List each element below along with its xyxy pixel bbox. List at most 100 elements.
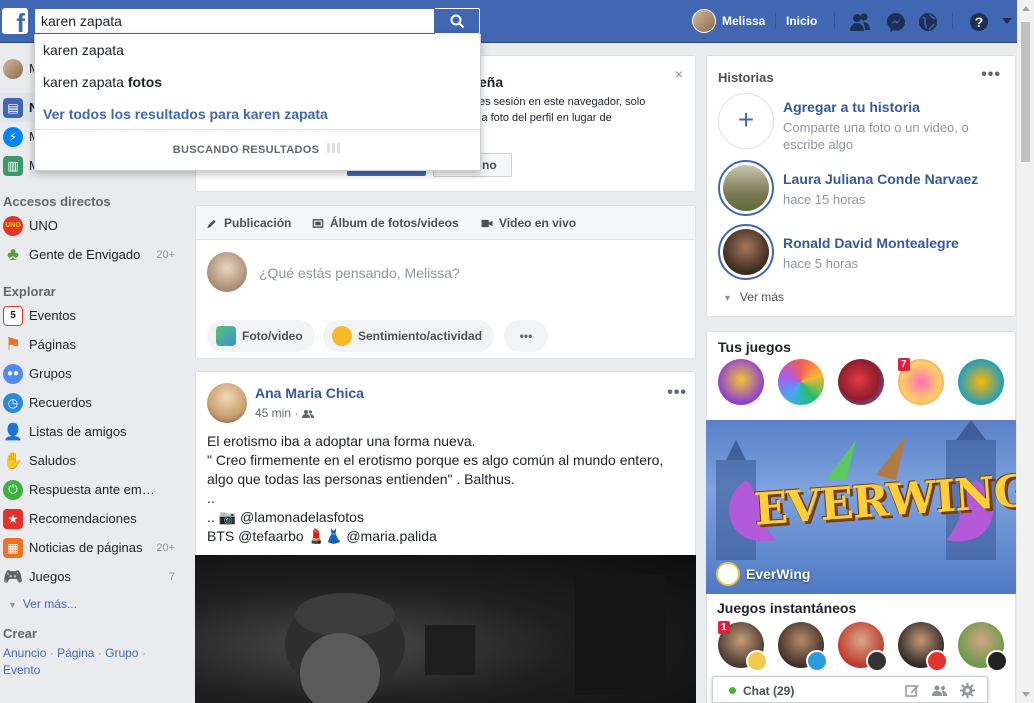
sidebar-item-gente-de-envigado[interactable]: ♣ Gente de Envigado 20+ — [0, 240, 185, 269]
gear-icon[interactable] — [960, 683, 975, 698]
scroll-down-icon[interactable] — [1022, 692, 1030, 697]
sidebar-item-juegos[interactable]: 🎮 Juegos 7 — [0, 562, 185, 591]
tab-album[interactable]: Álbum de fotos/videos — [312, 216, 459, 230]
composer-avatar — [207, 252, 247, 292]
create-ad-link[interactable]: Anuncio — [3, 646, 46, 660]
post-author-name[interactable]: Ana Maria Chica — [255, 385, 364, 401]
search-suggestion[interactable]: karen zapata fotos — [35, 66, 480, 98]
shortcuts-header: Accesos directos — [3, 194, 111, 209]
everwing-icon — [716, 562, 740, 586]
gamepad-icon: 🎮 — [3, 568, 23, 586]
game-mini-icon — [806, 650, 828, 672]
post-composer: Publicación Álbum de fotos/videos Video … — [195, 205, 696, 359]
tab-video-en-vivo[interactable]: Video en vivo — [481, 216, 576, 230]
feeling-activity-button[interactable]: Sentimiento/actividad — [323, 320, 495, 352]
tab-publicacion[interactable]: Publicación — [206, 216, 291, 230]
loading-indicator — [327, 130, 342, 170]
more-actions-button[interactable]: ••• — [504, 320, 548, 352]
home-link[interactable]: Inicio — [786, 14, 817, 28]
post-author-avatar[interactable] — [207, 383, 247, 423]
story-item[interactable]: Laura Juliana Conde Narvaez hace 15 hora… — [718, 160, 1008, 216]
sidebar-item-saludos[interactable]: ✋ Saludos — [0, 446, 185, 475]
games-panel: Tus juegos 7 EVERWING EverWing Juegos in… — [706, 331, 1016, 703]
create-page-link[interactable]: Página — [57, 646, 94, 660]
search-input[interactable] — [35, 9, 434, 33]
sidebar-item-paginas[interactable]: ⚑ Páginas — [0, 330, 185, 359]
stories-panel: Historias ••• + Agregar a tu historia Co… — [706, 55, 1016, 317]
album-icon — [312, 218, 324, 228]
photo-icon — [216, 326, 236, 346]
video-camera-icon — [481, 219, 493, 227]
friends-icon[interactable] — [849, 11, 871, 33]
add-story-item[interactable]: + Agregar a tu historia Comparte una fot… — [718, 93, 1008, 152]
online-status-icon — [729, 687, 736, 694]
sidebar-item-grupos[interactable]: ●● Grupos — [0, 359, 185, 388]
create-group-link[interactable]: Grupo — [105, 646, 138, 660]
user-avatar[interactable] — [692, 9, 716, 33]
see-all-results-link[interactable]: Ver todos los resultados para karen zapa… — [35, 98, 480, 130]
story-ring — [718, 224, 774, 280]
instant-game-item[interactable] — [898, 622, 948, 672]
create-links: Anuncio · Página · Grupo · Evento — [3, 646, 146, 677]
page-scrollbar[interactable] — [1017, 0, 1034, 703]
facebook-logo[interactable]: f — [2, 8, 28, 36]
new-group-icon[interactable] — [932, 683, 947, 698]
game-icon[interactable] — [778, 359, 824, 405]
search-suggestion[interactable]: karen zapata — [35, 34, 480, 66]
add-story-title: Agregar a tu historia — [783, 99, 920, 115]
game-icon[interactable] — [838, 359, 884, 405]
notice-text: es sesión en este navegador, solo la fot… — [479, 96, 646, 124]
game-mini-icon — [926, 650, 948, 672]
games-title: Tus juegos — [718, 339, 791, 355]
sidebar-item-eventos[interactable]: 5 Eventos — [0, 301, 185, 330]
feed-post: Ana Maria Chica 45 min · ••• El erotismo… — [195, 371, 696, 703]
chat-bar[interactable]: Chat (29) — [712, 676, 988, 703]
post-options-button[interactable]: ••• — [667, 384, 687, 402]
game-icon[interactable] — [718, 359, 764, 405]
search-button[interactable] — [435, 8, 480, 34]
composer-input[interactable]: ¿Qué estás pensando, Melissa? — [259, 265, 460, 281]
post-timestamp[interactable]: 45 min · — [255, 406, 314, 420]
close-icon[interactable]: × — [675, 66, 683, 82]
divider — [775, 13, 776, 29]
sidebar-item-recomendaciones[interactable]: ★ Recomendaciones — [0, 504, 185, 533]
user-name-link[interactable]: Melissa — [722, 14, 765, 28]
instant-game-item[interactable] — [778, 622, 828, 672]
story-ring — [718, 160, 774, 216]
messenger-icon[interactable] — [885, 11, 907, 33]
everwing-banner[interactable]: EVERWING EverWing — [706, 420, 1016, 594]
post-photo[interactable] — [195, 555, 696, 703]
stories-title: Historias — [718, 70, 774, 85]
svg-text:?: ? — [975, 14, 984, 30]
caret-down-icon[interactable] — [1001, 16, 1013, 26]
search-box[interactable] — [34, 8, 435, 34]
photo-video-button[interactable]: Foto/video — [207, 320, 315, 352]
game-icon[interactable] — [958, 359, 1004, 405]
sidebar-item-respuesta-ante-emergencias[interactable]: ⏻ Respuesta ante em… — [0, 475, 185, 504]
explore-header: Explorar — [3, 284, 56, 299]
scroll-up-icon[interactable] — [1022, 6, 1030, 11]
sidebar-item-recuerdos[interactable]: ◷ Recuerdos — [0, 388, 185, 417]
stories-see-more-link[interactable]: ▼ Ver más — [723, 290, 784, 304]
instant-game-item[interactable] — [838, 622, 888, 672]
pencil-icon — [207, 219, 216, 228]
see-more-link[interactable]: ▼ Ver más... — [8, 597, 77, 611]
composer-tabs: Publicación Álbum de fotos/videos Video … — [196, 206, 695, 240]
story-item[interactable]: Ronald David Montealegre hace 5 horas — [718, 224, 1008, 280]
help-icon[interactable]: ? — [968, 11, 990, 33]
notice-title: eña — [479, 74, 504, 90]
sidebar-item-uno[interactable]: UNO UNO — [0, 211, 185, 240]
post-text: El erotismo iba a adoptar una forma nuev… — [207, 433, 664, 544]
wave-hand-icon: ✋ — [3, 452, 23, 470]
scroll-thumb[interactable] — [1021, 22, 1030, 162]
compose-icon[interactable] — [905, 683, 920, 698]
friends-audience-icon — [301, 409, 314, 418]
instant-games-title: Juegos instantáneos — [717, 600, 857, 616]
sidebar-item-listas-de-amigos[interactable]: 👤 Listas de amigos — [0, 417, 185, 446]
sidebar-item-noticias-de-paginas[interactable]: ▦ Noticias de páginas 20+ — [0, 533, 185, 562]
globe-icon[interactable] — [917, 11, 939, 33]
instant-game-item[interactable] — [958, 622, 1008, 672]
stories-options-button[interactable]: ••• — [981, 66, 1001, 84]
smiley-icon — [332, 326, 352, 346]
create-event-link[interactable]: Evento — [3, 663, 40, 677]
